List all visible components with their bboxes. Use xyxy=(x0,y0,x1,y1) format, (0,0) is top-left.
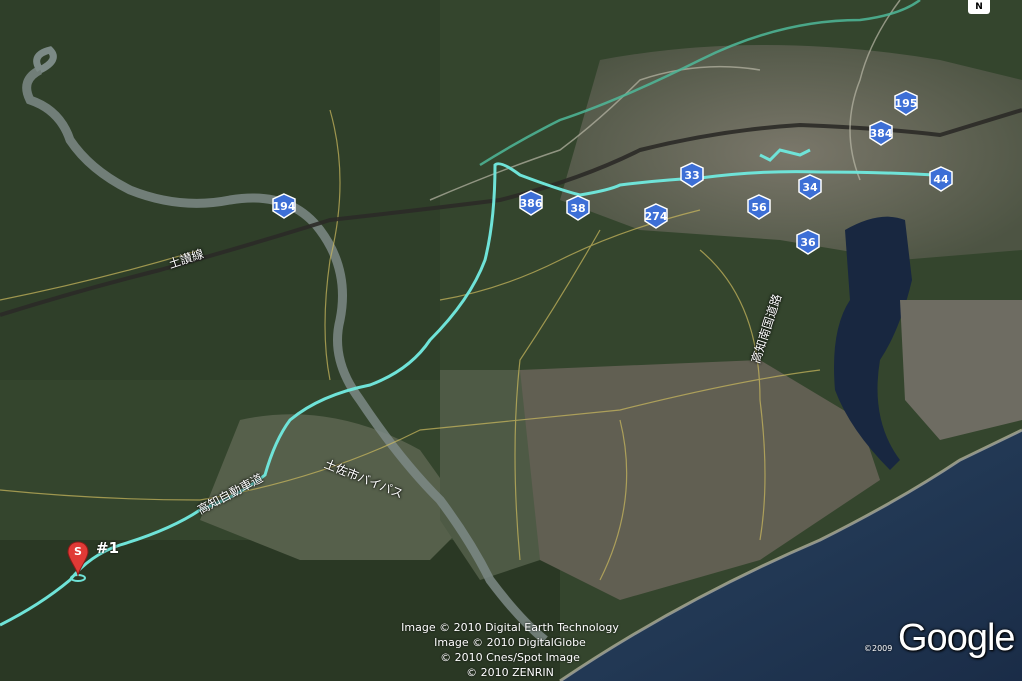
route-shield-386[interactable]: 386 xyxy=(518,190,544,216)
route-shield-34[interactable]: 34 xyxy=(797,174,823,200)
start-marker[interactable]: S xyxy=(66,540,90,582)
start-marker-label: #1 xyxy=(96,539,120,557)
route-shield-274[interactable]: 274 xyxy=(643,203,669,229)
route-shield-38[interactable]: 38 xyxy=(565,195,591,221)
route-shield-33[interactable]: 33 xyxy=(679,162,705,188)
map-viewport[interactable]: N 194 386 38 274 33 56 34 36 384 195 44 … xyxy=(0,0,1022,681)
start-marker-letter: S xyxy=(74,545,82,558)
route-shield-44[interactable]: 44 xyxy=(928,166,954,192)
google-logo[interactable]: Google xyxy=(898,617,1016,660)
route-shield-56[interactable]: 56 xyxy=(746,194,772,220)
route-shield-195[interactable]: 195 xyxy=(893,90,919,116)
north-indicator[interactable]: N xyxy=(968,0,990,14)
satellite-imagery xyxy=(0,0,1022,681)
route-shield-36[interactable]: 36 xyxy=(795,229,821,255)
google-copyright-year: ©2009 xyxy=(864,644,893,653)
route-shield-384[interactable]: 384 xyxy=(868,120,894,146)
imagery-attribution: Image © 2010 Digital Earth Technology Im… xyxy=(401,621,619,679)
route-shield-194[interactable]: 194 xyxy=(271,193,297,219)
